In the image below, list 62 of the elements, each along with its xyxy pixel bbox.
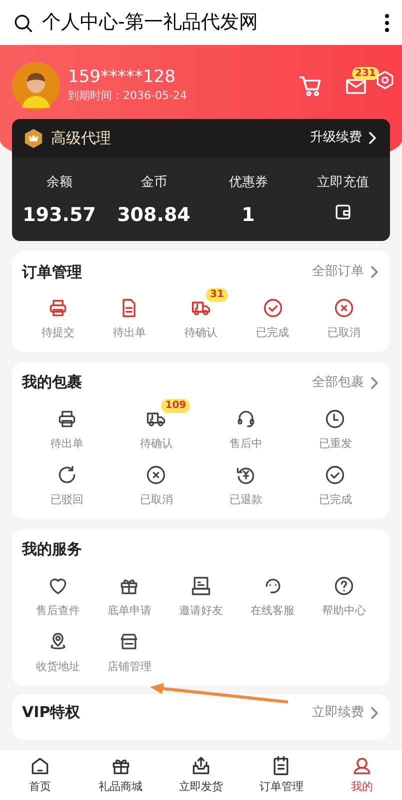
nav-tab[interactable]: 首页 [0, 750, 80, 800]
view-all-link[interactable]: 全部订单 [312, 262, 380, 282]
cancel-circle-icon [333, 297, 356, 319]
shortcut-item[interactable]: 收货地址 [22, 621, 94, 676]
chevron-right-icon [368, 265, 380, 279]
shortcut-item[interactable]: 在线客服 [236, 564, 308, 619]
shortcut-item[interactable]: 底单申请 [94, 564, 166, 619]
nav-tab[interactable]: 礼品商城 [80, 750, 161, 800]
shortcut-item[interactable]: 已重发 [290, 398, 380, 452]
shortcut-item[interactable]: 售后查件 [22, 564, 94, 619]
stat-label: 金币 [140, 174, 167, 192]
shortcut-item[interactable]: 已完成 [290, 454, 380, 508]
help-icon [333, 574, 356, 596]
avatar[interactable] [12, 62, 60, 110]
view-all-link[interactable]: 立即续费 [312, 702, 380, 722]
check-circle-icon [324, 464, 346, 486]
chevron-right-icon [368, 376, 380, 390]
shortcut-item[interactable]: 待出单 [22, 398, 112, 452]
section-title: 我的包裹 [22, 372, 83, 394]
upgrade-link[interactable]: 升级续费 [310, 128, 378, 148]
more-menu-icon[interactable] [384, 12, 390, 32]
invite-card-icon [190, 574, 212, 596]
phone-number: 159*****128 [68, 67, 176, 88]
shortcut-item[interactable]: 已取消 [112, 454, 201, 508]
section-title: 我的服务 [22, 539, 83, 560]
shortcut-item[interactable]: 待提交 [22, 287, 94, 342]
shortcut-item[interactable]: 帮助中心 [308, 564, 380, 619]
nav-tab[interactable]: 我的 [322, 750, 402, 800]
shortcut-item[interactable]: 店铺管理 [94, 621, 166, 676]
shortcut-item[interactable]: 待出单 [94, 287, 166, 342]
shortcut-item[interactable]: 售后中 [201, 398, 290, 452]
stat-label: 余额 [46, 174, 72, 192]
stat-value: 308.84 [117, 202, 190, 228]
section-title: VIP特权 [22, 702, 82, 724]
nav-tab[interactable]: 订单管理 [241, 750, 322, 800]
check-circle-icon [262, 297, 284, 319]
section-title: 订单管理 [22, 262, 83, 283]
chevron-right-icon [366, 131, 378, 145]
count-badge: 31 [206, 288, 228, 302]
expiry-date: 到期时间：2036-05-24 [68, 88, 188, 104]
view-all-link[interactable]: 全部包裹 [312, 372, 380, 392]
shortcut-item[interactable]: 已驳回 [22, 454, 112, 508]
shortcut-item[interactable]: 109 待确认 [112, 398, 201, 452]
message-count: 231 [352, 67, 379, 80]
cancel-circle-icon [145, 464, 168, 486]
shortcut-item[interactable]: 31 待确认 [165, 287, 237, 342]
stat-value: 193.57 [22, 202, 96, 228]
settings-icon [374, 69, 396, 91]
page-title: 个人中心-第一礼品代发网 [42, 10, 259, 36]
chevron-right-icon [368, 706, 380, 720]
shortcut-item[interactable]: 已退款 [201, 454, 290, 508]
clock-icon [324, 408, 346, 430]
nav-tab[interactable]: 立即发货 [160, 750, 242, 800]
shortcut-item[interactable]: 已完成 [236, 287, 308, 342]
stat-label: 优惠券 [228, 174, 268, 192]
shortcut-item[interactable]: 邀请好友 [165, 564, 237, 619]
stat-value: 1 [242, 202, 255, 228]
stat-label: 立即充值 [316, 174, 369, 192]
count-badge: 109 [161, 398, 190, 412]
crown-badge-icon [24, 128, 43, 148]
shortcut-item[interactable]: 已取消 [308, 287, 380, 342]
member-level: 高级代理 [51, 128, 112, 149]
